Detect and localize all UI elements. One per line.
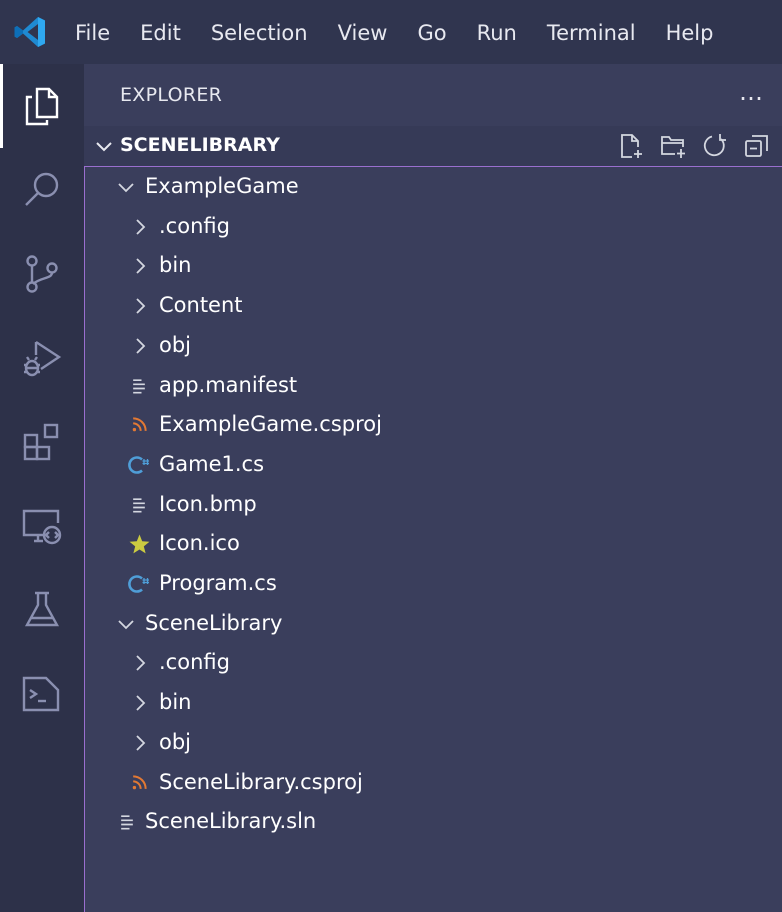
rss-file-icon <box>127 413 151 437</box>
collapse-all-icon <box>745 135 768 157</box>
tree-item-label: bin <box>159 253 192 278</box>
tree-folder-row[interactable]: obj <box>85 327 781 365</box>
new-folder-button[interactable] <box>652 130 694 162</box>
chevron-down-icon <box>118 620 134 629</box>
tree-item-label: bin <box>159 690 192 715</box>
tree-folder-row[interactable]: SceneLibrary <box>85 605 781 643</box>
tree-folder-row[interactable]: .config <box>85 208 781 246</box>
chevron-right-icon <box>136 735 146 751</box>
text-file-icon <box>127 493 151 517</box>
tree-file-row[interactable]: SceneLibrary.csproj <box>85 764 781 802</box>
source-control-icon <box>26 255 58 293</box>
tree-item-label: .config <box>159 213 230 238</box>
new-file-icon <box>621 134 642 158</box>
more-actions-button[interactable]: … <box>739 78 764 106</box>
tree-item-label: obj <box>159 332 192 357</box>
activity-testing[interactable] <box>0 568 84 652</box>
vscode-logo-icon[interactable] <box>12 14 48 50</box>
activity-search[interactable] <box>0 148 84 232</box>
activity-remote-explorer[interactable] <box>0 484 84 568</box>
activity-run-debug[interactable] <box>0 316 84 400</box>
new-file-button[interactable] <box>610 130 652 162</box>
tree-folder-row[interactable]: Content <box>85 287 781 325</box>
menu-selection[interactable]: Selection <box>196 0 323 64</box>
tree-file-row[interactable]: ExampleGame.csproj <box>85 406 781 444</box>
workspace-section-header[interactable]: SCENELIBRARY <box>84 126 782 166</box>
tree-item-label: Icon.ico <box>159 531 240 556</box>
activity-source-control[interactable] <box>0 232 84 316</box>
tree-item-label: ExampleGame.csproj <box>159 412 382 437</box>
explorer-title: EXPLORER <box>120 84 223 106</box>
explorer-sidebar: EXPLORER … SCENELIBRARY ExampleGame .con… <box>84 64 782 912</box>
menu-view[interactable]: View <box>323 0 403 64</box>
chevron-right-icon <box>136 298 146 314</box>
collapse-all-button[interactable] <box>736 130 778 162</box>
chevron-right-icon <box>136 219 146 235</box>
menu-help[interactable]: Help <box>651 0 729 64</box>
tree-folder-row[interactable]: bin <box>85 684 781 722</box>
tree-item-label: SceneLibrary.csproj <box>159 769 363 794</box>
tree-file-row[interactable]: Icon.bmp <box>85 486 781 524</box>
tree-item-label: Game1.cs <box>159 451 265 476</box>
tree-file-row[interactable]: app.manifest <box>85 367 781 405</box>
menu-edit[interactable]: Edit <box>125 0 196 64</box>
menu-file[interactable]: File <box>60 0 125 64</box>
tree-file-row[interactable]: Program.cs <box>85 565 781 603</box>
extensions-icon <box>23 423 59 461</box>
search-icon <box>25 172 59 206</box>
tree-folder-row[interactable]: bin <box>85 247 781 285</box>
workspace-title: SCENELIBRARY <box>120 134 280 156</box>
refresh-icon <box>703 134 726 157</box>
activity-explorer[interactable] <box>0 64 84 148</box>
files-icon <box>25 87 59 126</box>
csharp-file-icon <box>127 453 151 477</box>
tree-folder-row[interactable]: obj <box>85 724 781 762</box>
star-icon <box>127 532 151 556</box>
tree-item-label: obj <box>159 729 192 754</box>
chevron-down-icon <box>118 183 134 193</box>
run-debug-icon <box>24 340 62 377</box>
tree-file-row[interactable]: SceneLibrary.sln <box>85 803 781 841</box>
chevron-right-icon <box>136 655 146 672</box>
text-file-icon <box>115 810 139 834</box>
text-file-icon <box>127 374 151 398</box>
tree-item-label: .config <box>159 650 230 675</box>
new-folder-icon <box>661 136 685 158</box>
chevron-down-icon <box>96 142 112 152</box>
tree-item-label: Program.cs <box>159 571 277 595</box>
tree-file-row[interactable]: Icon.ico <box>85 525 781 563</box>
testing-icon <box>24 591 60 627</box>
menu-terminal[interactable]: Terminal <box>532 0 651 64</box>
tree-folder-row[interactable]: ExampleGame <box>85 168 781 206</box>
menu-bar: File Edit Selection View Go Run Terminal… <box>60 0 728 64</box>
remote-explorer-icon <box>22 509 62 545</box>
title-bar: File Edit Selection View Go Run Terminal… <box>0 0 782 64</box>
terminal-icon <box>22 676 60 712</box>
chevron-right-icon <box>136 258 146 275</box>
menu-go[interactable]: Go <box>402 0 461 64</box>
menu-run[interactable]: Run <box>462 0 532 64</box>
chevron-right-icon <box>136 695 146 711</box>
rss-file-icon <box>127 771 151 795</box>
csharp-file-icon <box>127 572 151 596</box>
file-tree: ExampleGame .config bin Content obj app.manif… <box>84 166 782 912</box>
tree-item-label: SceneLibrary.sln <box>145 809 317 834</box>
activity-terminal[interactable] <box>0 652 84 736</box>
tree-item-label: Icon.bmp <box>159 491 257 516</box>
tree-item-label: ExampleGame <box>145 174 299 198</box>
section-actions <box>610 130 778 162</box>
tree-item-label: SceneLibrary <box>145 610 283 635</box>
tree-item-label: Content <box>159 293 243 318</box>
tree-file-row[interactable]: Game1.cs <box>85 446 781 484</box>
tree-folder-row[interactable]: .config <box>85 644 781 682</box>
chevron-right-icon <box>136 338 146 354</box>
tree-item-label: app.manifest <box>159 372 298 397</box>
refresh-button[interactable] <box>694 130 736 162</box>
activity-bar <box>0 64 84 912</box>
activity-extensions[interactable] <box>0 400 84 484</box>
